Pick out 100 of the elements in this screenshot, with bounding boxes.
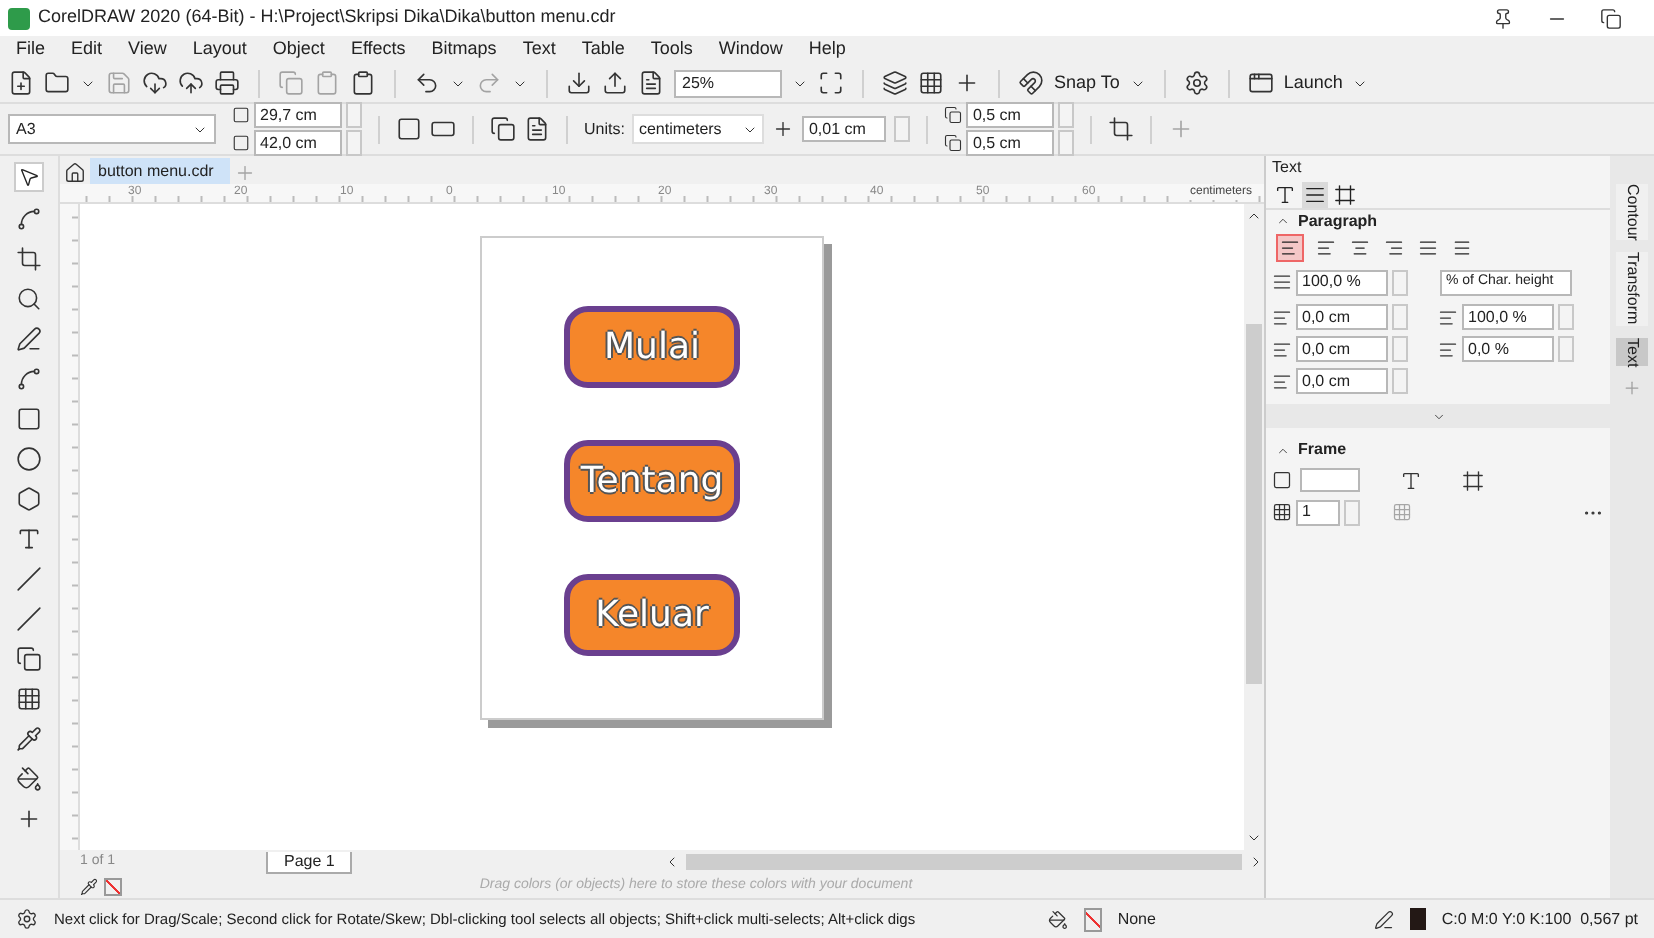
eyedropper-icon[interactable] [80,877,98,895]
menu-item[interactable]: Help [808,36,846,64]
menu-item[interactable]: Text [522,36,556,64]
collapse-icon[interactable] [1276,443,1290,457]
export-icon[interactable] [602,70,628,96]
nudge-field[interactable]: 0,01 cm [802,116,887,142]
menu-item[interactable]: File [16,36,46,64]
menu-item[interactable]: Object [272,36,325,64]
freehand-tool-icon[interactable] [16,326,42,352]
all-pages-icon[interactable] [490,116,516,142]
spacing-field[interactable]: 0,0 cm [1296,336,1388,362]
page-frame-icon[interactable] [1108,116,1135,142]
menu-item[interactable]: Effects [350,36,406,64]
transparency-tool-icon[interactable] [16,686,42,712]
scroll-up-icon[interactable] [1246,208,1262,224]
snap-to-button[interactable]: Snap To [1054,69,1120,97]
spacing-field[interactable]: 0,0 cm [1296,368,1388,394]
cloud-upload-icon[interactable] [178,70,204,96]
frame-tab[interactable] [1332,181,1358,207]
zoom-tool-icon[interactable] [16,286,42,312]
home-icon[interactable] [64,162,86,184]
duplicate-y-field[interactable]: 0,5 cm [966,130,1055,156]
scroll-right-icon[interactable] [1248,854,1264,870]
new-document-icon[interactable] [8,70,34,96]
eyedropper-tool-icon[interactable] [16,726,42,752]
side-tab[interactable]: Transform [1616,252,1648,326]
import-icon[interactable] [566,70,592,96]
full-align-button[interactable] [1416,236,1440,260]
units-dropdown[interactable]: centimeters [632,114,765,144]
side-tab[interactable]: Contour [1616,184,1648,241]
paragraph-tab[interactable] [1302,181,1328,207]
duplicate-x-field[interactable]: 0,5 cm [966,102,1055,128]
grid-icon[interactable] [918,70,944,96]
settings-icon[interactable] [1183,70,1210,96]
artistic-media-tool-icon[interactable] [16,366,42,392]
launch-button[interactable]: Launch [1283,69,1343,97]
width-field[interactable]: 29,7 cm [254,102,342,128]
fill-tool-icon[interactable] [16,766,42,792]
menu-item[interactable]: Window [718,36,783,64]
zoom-field[interactable]: 25% [674,69,782,97]
section-title: Paragraph [1298,209,1378,233]
spacing-field[interactable]: 0,0 % [1462,336,1554,362]
snap-icon[interactable] [1018,70,1044,96]
columns-icon [1272,502,1292,522]
pin-icon[interactable] [1492,7,1514,29]
crop-tool-icon[interactable] [16,246,42,272]
force-align-button[interactable] [1450,236,1474,260]
page-size-dropdown[interactable]: A3 [8,114,216,144]
units-label: Units: [584,117,625,141]
menu-item[interactable]: Edit [71,36,103,64]
height-field[interactable]: 42,0 cm [254,130,342,156]
menu-item[interactable]: Table [581,36,625,64]
document-tab[interactable]: button menu.cdr [90,158,230,184]
launch-icon[interactable] [1247,70,1274,96]
columns-field[interactable]: 1 [1296,499,1340,525]
frame-color-dropdown[interactable] [1300,468,1360,492]
right-align-button[interactable] [1382,236,1406,260]
left-align-button[interactable] [1314,236,1338,260]
connector-tool-icon[interactable] [16,606,42,632]
scroll-down-icon[interactable] [1246,830,1262,846]
no-color-swatch[interactable] [104,877,122,895]
menu-item[interactable]: Tools [650,36,693,64]
undo-icon[interactable] [414,70,440,96]
cloud-download-icon[interactable] [142,70,168,96]
text-direction-icon[interactable] [1400,469,1422,491]
text-tool-icon[interactable] [16,526,42,552]
menu-item[interactable]: Bitmaps [431,36,497,64]
spacing-field[interactable]: 0,0 cm [1296,304,1388,330]
paste-icon[interactable] [350,70,376,96]
expand-icon[interactable] [1431,409,1445,423]
page-tab[interactable]: Page 1 [266,851,353,873]
landscape-icon[interactable] [430,116,456,142]
settings-icon[interactable] [16,908,38,930]
ellipse-tool-icon[interactable] [16,446,42,472]
horizontal-scrollbar[interactable] [686,854,1242,870]
portrait-icon[interactable] [396,116,422,142]
none-align-button[interactable] [1276,234,1304,262]
polygon-tool-icon[interactable] [16,486,42,512]
fill-icon [1047,909,1068,929]
rectangle-tool-icon[interactable] [16,406,42,432]
add-tool-icon[interactable] [16,806,42,832]
line-tool-icon[interactable] [16,566,42,592]
pick-tool[interactable] [14,162,44,192]
line-spacing-field[interactable]: 100,0 % [1296,269,1388,295]
shadow-tool-icon[interactable] [16,646,42,672]
current-page-icon[interactable] [524,116,550,142]
side-tab[interactable]: Text [1616,337,1648,367]
spacing-field[interactable]: 100,0 % [1462,304,1554,330]
restore-icon[interactable] [1600,7,1622,29]
menu-item[interactable]: View [128,36,167,64]
print-icon[interactable] [214,70,240,96]
open-icon[interactable] [44,70,70,96]
collapse-icon[interactable] [1276,214,1290,228]
full-screen-icon[interactable] [818,70,844,96]
menu-item[interactable]: Layout [192,36,247,64]
pdf-icon[interactable] [638,70,664,96]
shape-tool-icon[interactable] [16,206,42,232]
character-tab[interactable] [1272,181,1298,207]
frame-icon[interactable] [1462,469,1484,491]
center-align-button[interactable] [1348,236,1372,260]
